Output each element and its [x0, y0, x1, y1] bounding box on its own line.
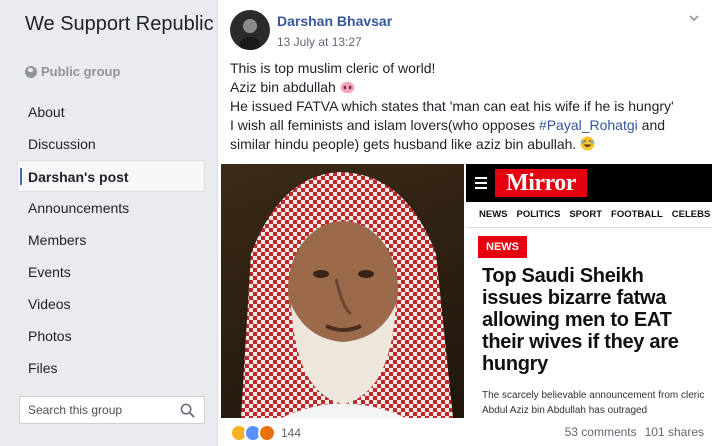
post-stats: 53 comments 101 shares: [565, 425, 704, 439]
group-search: [19, 396, 205, 424]
nav-item-discussion[interactable]: Discussion: [17, 128, 205, 160]
post-line: He issued FATVA which states that 'man c…: [230, 98, 674, 114]
post-photo-cleric[interactable]: [221, 164, 464, 418]
nav-item-files[interactable]: Files: [17, 352, 205, 384]
nav-item-photos[interactable]: Photos: [17, 320, 205, 352]
article-headline: Top Saudi Sheikh issues bizarre fatwa al…: [482, 265, 679, 375]
post-line: Aziz bin abdullah: [230, 78, 705, 97]
post-timestamp[interactable]: 13 July at 13:27: [277, 35, 362, 49]
nav-item-videos[interactable]: Videos: [17, 288, 205, 320]
nav-item-darshans-post[interactable]: Darshan's post: [17, 160, 205, 192]
mirror-nav-item: POLITICS: [516, 209, 561, 220]
mirror-nav: NEWS POLITICS SPORT FOOTBALL CELEBS TV: [466, 202, 712, 228]
hamburger-menu-icon: [475, 177, 487, 189]
mirror-logo: Mirror: [495, 169, 587, 197]
angry-reaction-icon: [258, 424, 276, 442]
chevron-down-icon[interactable]: [688, 12, 700, 24]
reactions-count: 144: [281, 426, 302, 440]
nav-item-members[interactable]: Members: [17, 224, 205, 256]
post-card: Darshan Bhavsar 13 July at 13:27 This is…: [217, 0, 712, 446]
group-type-text: Public group: [41, 64, 121, 79]
search-icon[interactable]: [180, 403, 195, 418]
post-article-preview[interactable]: Mirror NEWS POLITICS SPORT FOOTBALL CELE…: [466, 164, 712, 418]
laughing-emoji-icon: [580, 136, 595, 151]
author-avatar[interactable]: [230, 10, 270, 50]
nav-item-about[interactable]: About: [17, 96, 205, 128]
mirror-nav-item: NEWS: [479, 209, 508, 220]
group-search-input[interactable]: [20, 397, 170, 423]
group-privacy-label: Public group: [25, 64, 120, 79]
article-section-tag: NEWS: [478, 236, 527, 258]
post-line: I wish all feminists and islam lovers(wh…: [230, 117, 666, 133]
reactions-summary[interactable]: 144: [230, 424, 301, 442]
cleric-photo-illustration: [241, 172, 453, 418]
nav-item-announcements[interactable]: Announcements: [17, 192, 205, 224]
post-author[interactable]: Darshan Bhavsar: [277, 13, 392, 29]
hashtag-link[interactable]: #Payal_Rohatgi: [539, 117, 638, 133]
nav-item-events[interactable]: Events: [17, 256, 205, 288]
mirror-header: Mirror: [466, 164, 712, 202]
comments-count-link[interactable]: 53 comments: [565, 425, 637, 439]
mirror-nav-item: SPORT: [569, 209, 603, 220]
article-standfirst: The scarcely believable announcement fro…: [482, 390, 705, 416]
shares-count-link[interactable]: 101 shares: [645, 425, 704, 439]
globe-icon: [25, 65, 37, 78]
pig-nose-emoji-icon: [340, 81, 355, 94]
mirror-nav-item: FOOTBALL: [611, 209, 663, 220]
post-line: similar hindu people) gets husband like …: [230, 135, 705, 154]
mirror-nav-item: CELEBS: [671, 209, 711, 220]
post-line: This is top muslim cleric of world!: [230, 60, 436, 76]
group-sidebar: We Support Republic Public group About D…: [0, 0, 217, 446]
group-nav: About Discussion Darshan's post Announce…: [17, 96, 205, 384]
post-body: This is top muslim cleric of world! Aziz…: [230, 59, 705, 154]
group-title[interactable]: We Support Republic: [25, 12, 215, 36]
